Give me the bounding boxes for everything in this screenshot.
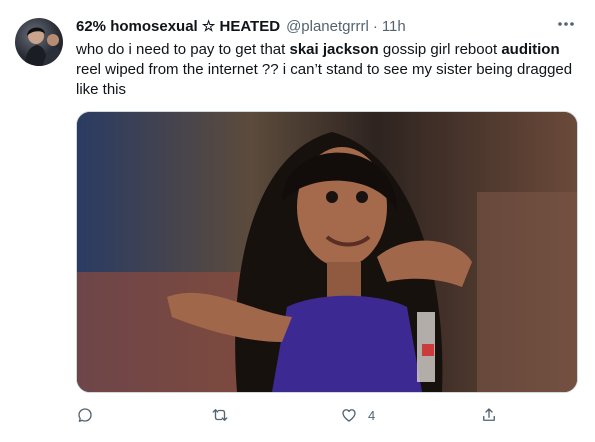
retweet-icon xyxy=(212,409,228,421)
more-icon xyxy=(558,22,574,26)
like-icon xyxy=(342,409,356,422)
tweet-media[interactable] xyxy=(76,111,578,393)
display-name[interactable]: 62% homosexual ☆ HEATED xyxy=(76,17,280,35)
separator: · xyxy=(372,17,378,35)
avatar-image xyxy=(25,27,63,66)
tweet-actions: 4 xyxy=(76,404,506,428)
text-part-3: gossip girl reboot xyxy=(378,41,502,58)
text-part-1: who do i need to pay to get that xyxy=(76,41,290,58)
handle[interactable]: @planetgrrrl xyxy=(286,18,369,35)
tweet-text: who do i need to pay to get that skai ja… xyxy=(76,40,576,100)
retweet-button[interactable] xyxy=(211,404,229,426)
text-part-2: skai jackson xyxy=(289,41,379,58)
tweet-header: 62% homosexual ☆ HEATED @planetgrrrl · 1… xyxy=(76,15,579,37)
more-button[interactable] xyxy=(553,14,579,34)
text-part-5: reel wiped from the internet ?? i can’t … xyxy=(76,61,573,98)
media-image xyxy=(77,112,577,392)
share-icon xyxy=(483,408,495,421)
tweet[interactable]: 62% homosexual ☆ HEATED @planetgrrrl · 1… xyxy=(0,0,595,442)
like-button[interactable]: 4 xyxy=(340,404,375,426)
text-part-4: audition xyxy=(501,41,560,58)
like-count: 4 xyxy=(368,407,376,423)
reply-icon xyxy=(78,408,92,422)
share-button[interactable] xyxy=(480,404,498,426)
reply-button[interactable] xyxy=(76,404,94,426)
avatar[interactable] xyxy=(15,18,63,66)
timestamp[interactable]: 11h xyxy=(382,18,406,35)
